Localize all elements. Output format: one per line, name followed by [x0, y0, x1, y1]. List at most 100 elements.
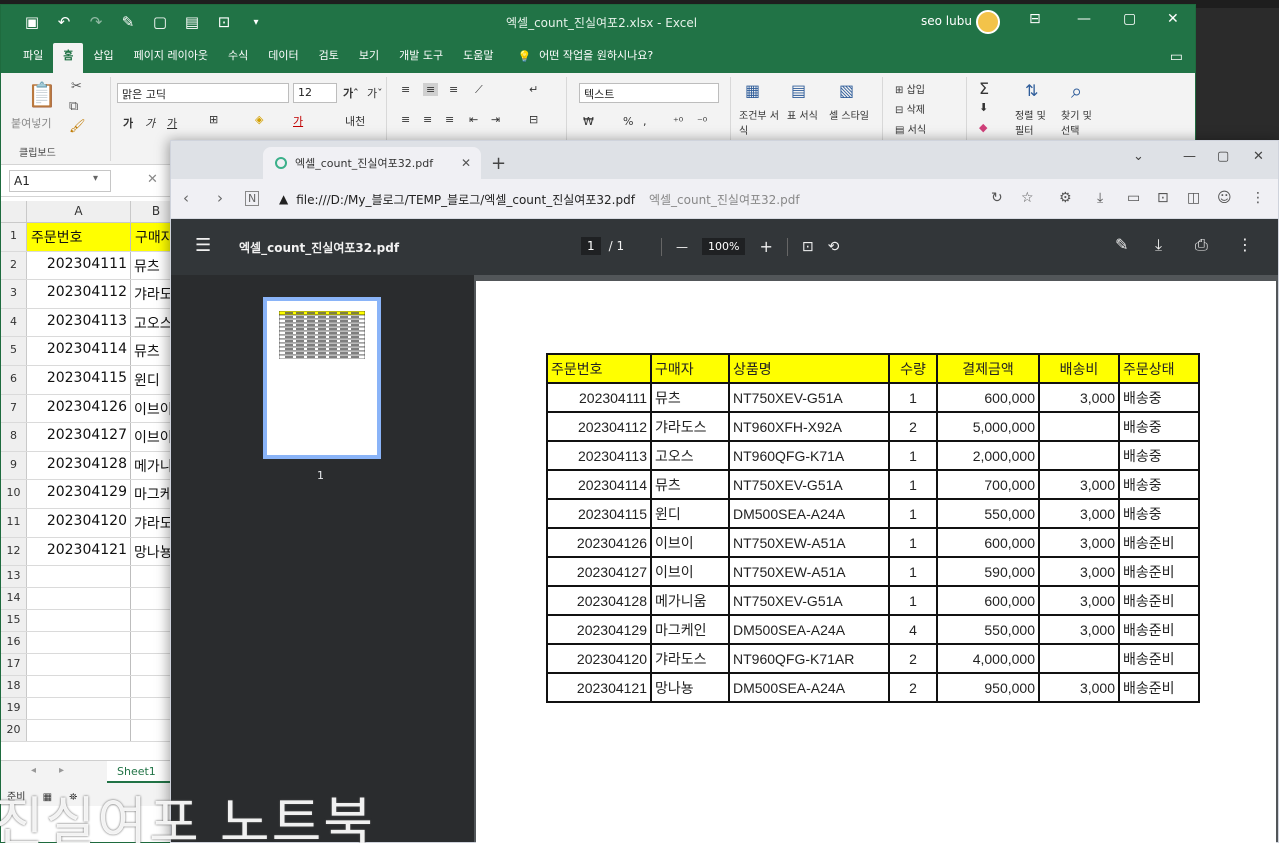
cell-a[interactable]: 202304115 [27, 365, 131, 394]
comma-style-icon[interactable]: , [643, 115, 647, 128]
align-middle-icon[interactable]: ≡ [423, 83, 439, 96]
cell-a[interactable]: 202304114 [27, 337, 131, 365]
cell-styles-button[interactable]: 셀 스타일 [829, 107, 875, 122]
row-header[interactable]: 7 [1, 394, 27, 423]
favorite-icon[interactable]: ☆ [1021, 190, 1034, 206]
fit-page-icon[interactable]: ⊡ [802, 239, 814, 255]
browser-minimize-icon[interactable]: — [1183, 149, 1196, 164]
underline-icon[interactable]: 가 [167, 115, 177, 131]
row-header[interactable]: 3 [1, 280, 27, 308]
split-view-icon[interactable]: ◫ [1187, 190, 1200, 206]
wrap-text-icon[interactable]: ↵ [529, 83, 538, 96]
sort-filter-button[interactable]: 정렬 및 필터 [1015, 107, 1055, 137]
row-header[interactable]: 16 [1, 632, 27, 654]
tab-formulas[interactable]: 수식 [218, 39, 258, 73]
back-icon[interactable]: ‹ [183, 189, 189, 207]
orientation-icon[interactable]: ⟋ [475, 83, 483, 97]
profile-icon[interactable]: ☺ [1217, 190, 1232, 206]
fill-icon[interactable]: ⬇ [979, 101, 988, 114]
cell-a[interactable]: 202304128 [27, 451, 131, 480]
font-size-select[interactable]: 12 [293, 83, 337, 103]
maximize-icon[interactable]: ▢ [1123, 11, 1136, 27]
merge-center-icon[interactable]: ⊟ [529, 113, 538, 126]
next-sheet-icon[interactable]: ▸ [59, 765, 64, 776]
row-header[interactable]: 13 [1, 566, 27, 588]
print-icon[interactable]: ⎙ [1195, 235, 1208, 255]
cell-a[interactable]: 202304121 [27, 537, 131, 566]
shrink-font-icon[interactable]: 가ˇ [367, 85, 383, 101]
format-painter-icon[interactable]: ✎ [119, 13, 137, 31]
address-bar[interactable]: ▲ file:///D:/My_블로그/TEMP_블로그/엑셀_count_진실… [271, 185, 971, 213]
pdf-sidebar-menu-icon[interactable]: ☰ [195, 235, 211, 256]
accounting-format-icon[interactable]: ₩ [583, 115, 594, 128]
tab-view[interactable]: 보기 [349, 39, 389, 73]
clear-icon[interactable]: ◆ [979, 121, 987, 134]
download-icon[interactable]: ⤓ [1097, 190, 1103, 206]
cancel-formula-icon[interactable]: ✕ [147, 172, 158, 187]
refresh-icon[interactable]: ↻ [991, 190, 1003, 206]
align-left-icon[interactable]: ≡ [401, 113, 410, 126]
save-icon[interactable]: ▣ [23, 13, 41, 31]
worksheet-grid[interactable]: A B 1 주문번호 구매자 2 202304111 뮤츠 3 202304112 갸라도스 4 2… [1, 201, 181, 743]
new-file-icon[interactable]: ▢ [151, 13, 169, 31]
cell-a[interactable]: 202304113 [27, 308, 131, 337]
browser-tab[interactable]: 엑셀_count_진실여포32.pdf ✕ [263, 147, 481, 179]
sort-filter-icon[interactable]: ⇅ [1025, 81, 1038, 100]
tell-me-box[interactable]: 💡 어떤 작업을 원하시나요? [503, 39, 653, 73]
row-header[interactable]: 10 [1, 480, 27, 508]
cell-a[interactable]: 202304112 [27, 280, 131, 308]
cell-a[interactable] [27, 632, 131, 654]
insert-cells-button[interactable]: ⊞ 삽입 [895, 81, 925, 96]
conditional-format-button[interactable]: 조건부 서식 [739, 107, 779, 137]
format-as-table-icon[interactable]: ▤ [791, 81, 806, 100]
redo-icon[interactable]: ↷ [87, 13, 105, 31]
new-tab-icon[interactable]: + [491, 153, 506, 174]
cell-a[interactable] [27, 588, 131, 610]
browser-maximize-icon[interactable]: ▢ [1217, 149, 1229, 164]
minimize-icon[interactable]: — [1077, 11, 1091, 27]
row-header[interactable]: 17 [1, 654, 27, 676]
row-header[interactable]: 11 [1, 508, 27, 537]
row-header[interactable]: 18 [1, 676, 27, 698]
prev-sheet-icon[interactable]: ◂ [31, 765, 36, 776]
find-select-icon[interactable]: ⌕ [1071, 79, 1082, 103]
row-header[interactable]: 6 [1, 365, 27, 394]
annotate-icon[interactable]: ✎ [1115, 235, 1128, 254]
page-thumbnail[interactable] [263, 297, 381, 459]
delete-cells-button[interactable]: ⊟ 삭제 [895, 101, 925, 116]
align-top-icon[interactable]: ≡ [401, 83, 410, 96]
cell-a[interactable] [27, 676, 131, 698]
tab-insert[interactable]: 삽입 [83, 39, 123, 73]
cell-styles-icon[interactable]: ▧ [839, 81, 854, 100]
undo-icon[interactable]: ↶ [55, 13, 73, 31]
cell-a[interactable]: 202304127 [27, 423, 131, 451]
tab-close-icon[interactable]: ✕ [461, 156, 471, 170]
close-icon[interactable]: ✕ [1167, 11, 1179, 27]
cell-a[interactable]: 202304111 [27, 251, 131, 280]
tab-data[interactable]: 데이터 [258, 39, 308, 73]
phonetic-icon[interactable]: 내천 [345, 113, 365, 129]
avatar[interactable] [976, 10, 1000, 34]
cell-a[interactable] [27, 610, 131, 632]
paste-icon[interactable]: 📋 [27, 81, 57, 109]
customize-qat-icon[interactable]: ▾ [247, 17, 265, 28]
decrease-decimal-icon[interactable]: ⁻⁰ [697, 115, 707, 128]
decrease-indent-icon[interactable]: ⇤ [469, 113, 478, 126]
zoom-input[interactable]: 100% [702, 238, 746, 255]
row-header[interactable]: 20 [1, 720, 27, 742]
cut-icon[interactable]: ✂ [71, 79, 82, 94]
fill-color-icon[interactable]: ◈ [255, 113, 263, 126]
home-icon[interactable]: N [245, 191, 260, 206]
increase-indent-icon[interactable]: ⇥ [491, 113, 500, 126]
cell-a[interactable] [27, 698, 131, 720]
cell-a[interactable] [27, 566, 131, 588]
increase-decimal-icon[interactable]: ⁺⁰ [673, 115, 683, 128]
row-header[interactable]: 8 [1, 423, 27, 451]
more-options-icon[interactable]: ⋮ [1237, 235, 1253, 254]
row-header[interactable]: 4 [1, 308, 27, 337]
cell-a[interactable] [27, 720, 131, 742]
column-header-a[interactable]: A [27, 201, 131, 222]
zoom-in-icon[interactable]: + [759, 237, 772, 256]
align-center-icon[interactable]: ≡ [423, 113, 432, 126]
tab-search-icon[interactable]: ⌄ [1133, 149, 1144, 164]
